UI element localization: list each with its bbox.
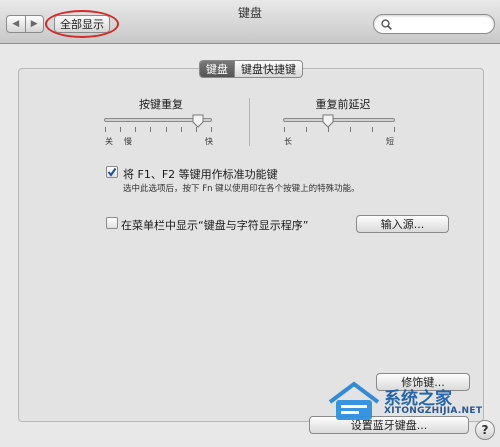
slider-tick xyxy=(284,127,285,132)
slider-tick xyxy=(306,127,307,132)
slider-tick xyxy=(350,127,351,132)
history-navigation: ◀ ▶ xyxy=(6,15,44,33)
slider-tick xyxy=(328,127,329,132)
show-viewers-in-menu-bar-checkbox[interactable] xyxy=(106,217,118,229)
tab-keyboard-shortcuts[interactable]: 键盘快捷键 xyxy=(234,61,302,77)
key-repeat-slider-knob[interactable] xyxy=(192,114,204,128)
slider-tick xyxy=(394,127,395,132)
key-repeat-fast-label: 快 xyxy=(205,137,213,146)
slider-tick xyxy=(372,127,373,132)
search-field[interactable] xyxy=(373,14,495,34)
delay-until-repeat-label: 重复前延迟 xyxy=(315,98,371,111)
fn-keys-description: 选中此选项后，按下 Fn 键以使用印在各个按键上的特殊功能。 xyxy=(123,184,360,194)
keyboard-preferences-window: 键盘 ◀ ▶ 全部显示 键盘 键盘快捷键 按键重复 关 慢 快 重复前延迟 长 … xyxy=(0,0,500,447)
key-repeat-off-label: 关 xyxy=(105,137,113,146)
toolbar: 键盘 ◀ ▶ 全部显示 xyxy=(0,0,500,44)
slider-tick xyxy=(165,127,167,132)
chevron-left-icon: ◀ xyxy=(12,19,20,29)
delay-until-repeat-slider-knob[interactable] xyxy=(322,114,334,128)
slider-tick xyxy=(105,127,106,132)
key-repeat-slow-label: 慢 xyxy=(124,137,132,146)
input-sources-button[interactable]: 输入源... xyxy=(356,215,449,233)
house-logo-icon xyxy=(328,381,380,420)
delay-until-repeat-slider[interactable] xyxy=(283,118,395,122)
slider-tick xyxy=(180,127,182,132)
show-viewers-in-menu-bar-label[interactable]: 在菜单栏中显示“键盘与字符显示程序” xyxy=(121,217,308,233)
content-pane xyxy=(18,68,484,422)
chevron-right-icon: ▶ xyxy=(30,19,38,29)
delay-long-label: 长 xyxy=(284,137,292,146)
slider-tick xyxy=(211,127,212,132)
checkmark-icon xyxy=(107,167,117,177)
fn-keys-checkbox[interactable] xyxy=(106,166,118,178)
annotation-circle xyxy=(45,10,119,38)
slider-tick xyxy=(135,127,137,132)
help-button[interactable]: ? xyxy=(475,420,495,440)
watermark: 系统之家 XITONGZHIJIA.NET xyxy=(326,376,482,426)
tab-keyboard[interactable]: 键盘 xyxy=(200,61,234,77)
search-icon xyxy=(381,19,392,30)
fn-keys-label[interactable]: 将 F1、F2 等键用作标准功能键 xyxy=(123,166,278,182)
tab-bar: 键盘 键盘快捷键 xyxy=(199,60,303,78)
key-repeat-label: 按键重复 xyxy=(139,98,183,111)
delay-short-label: 短 xyxy=(386,137,394,146)
back-button[interactable]: ◀ xyxy=(7,16,25,32)
slider-tick xyxy=(150,127,152,132)
watermark-url: XITONGZHIJIA.NET xyxy=(384,406,483,416)
slider-tick xyxy=(120,127,122,132)
section-divider xyxy=(249,98,250,146)
forward-button[interactable]: ▶ xyxy=(24,16,44,32)
slider-tick xyxy=(195,127,197,132)
